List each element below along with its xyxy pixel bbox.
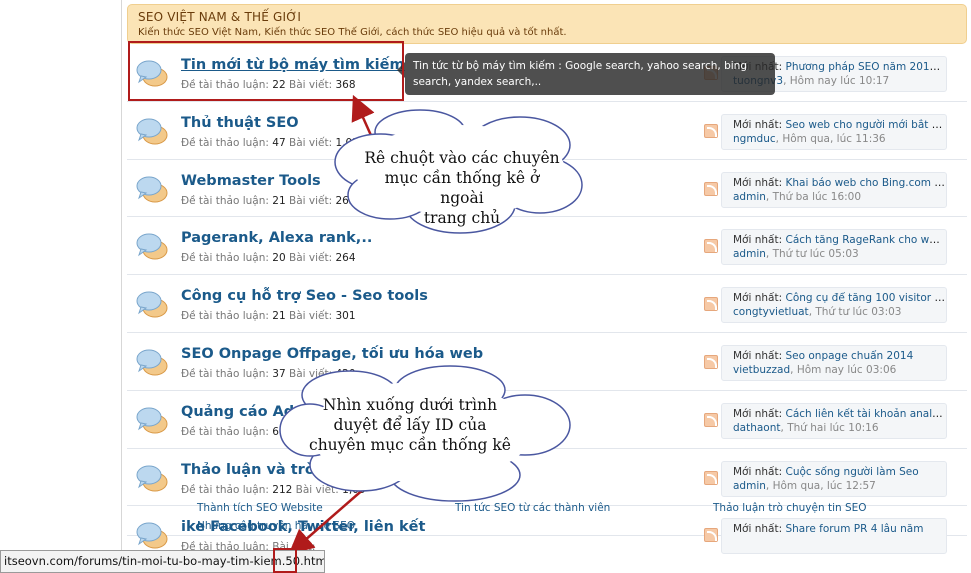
callout-text-top: Rê chuột vào các chuyên mục cần thống kê… [364,149,560,227]
status-url-suffix: .html [300,554,324,568]
annotation-overlay [279,94,583,555]
callout-text-bottom: Nhìn xuống dưới trình duyệt để lấy ID củ… [309,396,511,454]
annotation-arrow-down [288,486,367,555]
annotation-highlight-id [273,548,297,573]
status-url-prefix: itseovn.com/forums/tin-moi-tu-bo-may-tim… [4,554,286,568]
